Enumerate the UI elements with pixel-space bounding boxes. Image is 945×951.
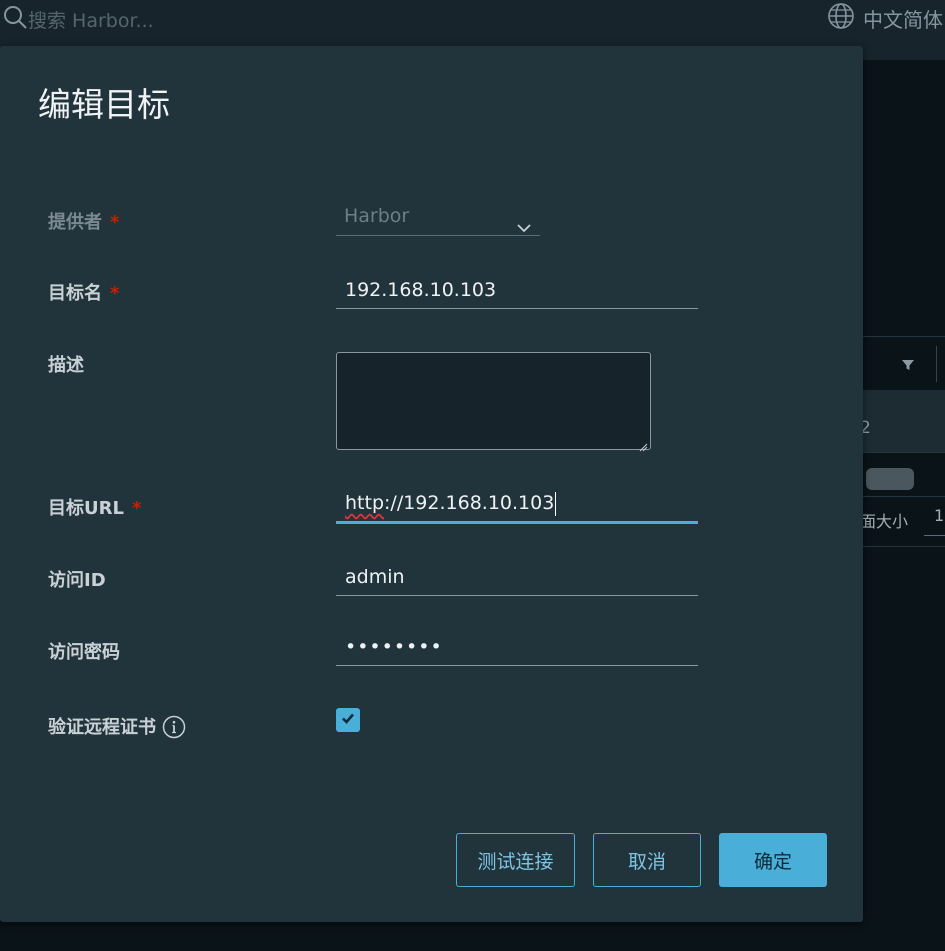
globe-icon xyxy=(827,2,855,35)
provider-label-text: 提供者 xyxy=(48,212,102,233)
page-size-label: 面大小 xyxy=(860,512,909,531)
search-icon xyxy=(2,4,28,35)
filter-icon[interactable] xyxy=(901,358,915,376)
target-name-label-text: 目标名 xyxy=(48,283,102,304)
description-textarea[interactable] xyxy=(336,352,651,452)
table-border xyxy=(863,336,945,337)
global-search[interactable]: 搜索 Harbor... xyxy=(2,4,154,35)
provider-select[interactable]: Harbor xyxy=(336,198,540,236)
verify-cert-label-text: 验证远程证书 xyxy=(48,717,156,738)
ok-button[interactable]: 确定 xyxy=(719,833,827,887)
access-secret-label: 访问密码 xyxy=(48,642,120,663)
description-label: 描述 xyxy=(48,355,84,376)
edit-target-dialog: 编辑目标 提供者 * Harbor 目标名 * 192.168.10.103 描述 … xyxy=(0,46,863,922)
provider-value: Harbor xyxy=(344,205,410,227)
language-switcher[interactable]: 中文简体 xyxy=(827,2,943,35)
target-name-input[interactable]: 192.168.10.103 xyxy=(336,273,698,309)
dialog-title: 编辑目标 xyxy=(38,85,170,124)
verify-cert-label: 验证远程证书 xyxy=(48,713,186,739)
target-url-input[interactable]: http://192.168.10.103 xyxy=(336,486,698,524)
access-secret-input[interactable]: •••••••• xyxy=(336,630,698,666)
verify-cert-checkbox[interactable] xyxy=(336,708,360,732)
required-mark: * xyxy=(110,283,120,304)
target-name-label: 目标名 * xyxy=(48,279,119,305)
language-label: 中文简体 xyxy=(863,8,943,32)
info-icon[interactable] xyxy=(162,715,186,739)
required-mark: * xyxy=(110,212,120,233)
resize-grip-icon[interactable] xyxy=(638,437,648,452)
target-url-label-text: 目标URL xyxy=(48,498,124,519)
cancel-button[interactable]: 取消 xyxy=(593,833,701,887)
table-border xyxy=(863,496,945,497)
column-separator xyxy=(936,346,937,382)
test-connection-button[interactable]: 测试连接 xyxy=(456,833,575,887)
required-mark: * xyxy=(131,498,142,519)
table-row[interactable] xyxy=(863,390,945,452)
table-border xyxy=(863,546,945,547)
target-url-label: 目标URL * xyxy=(48,494,141,520)
table-border xyxy=(863,452,945,453)
search-placeholder: 搜索 Harbor... xyxy=(28,10,154,32)
provider-label: 提供者 * xyxy=(48,208,119,234)
access-id-label: 访问ID xyxy=(48,570,106,591)
horizontal-scrollbar[interactable] xyxy=(866,468,914,490)
spellcheck-underline: http xyxy=(345,492,385,514)
target-url-value: ://192.168.10.103 xyxy=(384,492,555,514)
chevron-down-icon xyxy=(516,210,532,233)
text-caret xyxy=(555,491,557,516)
page-size-select[interactable]: 15 xyxy=(924,506,945,536)
access-id-input[interactable]: admin xyxy=(336,560,698,596)
checkmark-icon xyxy=(340,710,356,730)
